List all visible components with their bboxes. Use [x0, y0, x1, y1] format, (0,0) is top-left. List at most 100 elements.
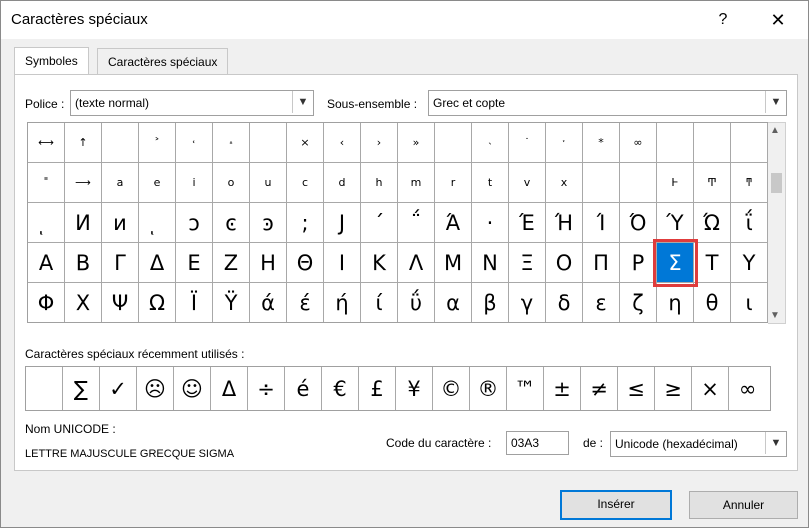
symbol-cell[interactable]: *: [583, 123, 620, 163]
symbol-cell[interactable]: [731, 123, 768, 163]
symbol-cell[interactable]: И: [65, 203, 102, 243]
symbol-cell[interactable]: [435, 123, 472, 163]
symbol-cell[interactable]: [583, 163, 620, 203]
symbol-cell[interactable]: e: [139, 163, 176, 203]
symbol-cell[interactable]: [250, 123, 287, 163]
symbol-cell[interactable]: ί: [361, 283, 398, 322]
encoding-dropdown[interactable]: Unicode (hexadécimal) ▼: [610, 431, 787, 457]
insert-button[interactable]: Insérer: [560, 490, 672, 520]
symbol-cell[interactable]: ͼ: [213, 203, 250, 243]
symbol-cell[interactable]: [694, 123, 731, 163]
symbol-cell[interactable]: Ͳ: [694, 163, 731, 203]
scroll-down-icon[interactable]: ▼: [770, 310, 780, 321]
symbol-cell[interactable]: ά: [250, 283, 287, 322]
symbol-cell[interactable]: Ώ: [694, 203, 731, 243]
symbol-cell[interactable]: Χ: [65, 283, 102, 322]
symbol-cell[interactable]: o: [213, 163, 250, 203]
symbol-cell[interactable]: Μ: [435, 243, 472, 283]
symbol-cell[interactable]: Ρ: [620, 243, 657, 283]
symbol-cell[interactable]: Λ: [398, 243, 435, 283]
symbol-cell[interactable]: Β: [65, 243, 102, 283]
symbol-cell[interactable]: ˭: [28, 163, 65, 203]
symbol-cell[interactable]: Ύ: [657, 203, 694, 243]
symbol-cell[interactable]: έ: [287, 283, 324, 322]
symbol-cell[interactable]: ΰ: [398, 283, 435, 322]
recent-char-cell[interactable]: ¥: [396, 367, 433, 410]
symbol-cell[interactable]: i: [176, 163, 213, 203]
symbol-cell[interactable]: [657, 123, 694, 163]
symbol-cell[interactable]: ͽ: [250, 203, 287, 243]
symbol-cell[interactable]: u: [250, 163, 287, 203]
tab-caracteres-speciaux[interactable]: Caractères spéciaux: [97, 48, 229, 75]
symbol-cell[interactable]: ˓: [176, 123, 213, 163]
symbol-cell[interactable]: a: [102, 163, 139, 203]
scroll-thumb[interactable]: [771, 173, 782, 193]
symbol-cell-selected[interactable]: Σ: [653, 239, 698, 287]
symbol-cell[interactable]: Α: [28, 243, 65, 283]
recent-char-cell[interactable]: ×: [692, 367, 729, 410]
symbol-cell[interactable]: Έ: [509, 203, 546, 243]
recent-char-cell[interactable]: Δ: [211, 367, 248, 410]
symbol-cell[interactable]: d: [324, 163, 361, 203]
symbol-cell[interactable]: ͅ: [28, 203, 65, 243]
symbol-cell[interactable]: ε: [583, 283, 620, 322]
symbol-cell[interactable]: Ε: [176, 243, 213, 283]
symbol-cell[interactable]: c: [287, 163, 324, 203]
symbol-cell[interactable]: ˙: [509, 123, 546, 163]
symbol-cell[interactable]: h: [361, 163, 398, 203]
recent-char-cell[interactable]: ±: [544, 367, 581, 410]
symbol-cell[interactable]: m: [398, 163, 435, 203]
symbol-cell[interactable]: ⟶: [65, 163, 102, 203]
symbol-cell[interactable]: ›: [361, 123, 398, 163]
chevron-down-icon[interactable]: ▼: [765, 432, 786, 454]
symbol-cell[interactable]: Φ: [28, 283, 65, 322]
symbol-cell[interactable]: ˃: [139, 123, 176, 163]
chevron-down-icon[interactable]: ▼: [292, 91, 313, 113]
symbol-cell[interactable]: Ί: [583, 203, 620, 243]
cancel-button[interactable]: Annuler: [689, 491, 798, 519]
symbol-cell[interactable]: Ο: [546, 243, 583, 283]
symbol-cell[interactable]: η: [657, 283, 694, 322]
symbol-cell[interactable]: »: [398, 123, 435, 163]
symbol-cell[interactable]: δ: [546, 283, 583, 322]
symbol-cell[interactable]: ˑ: [546, 123, 583, 163]
symbol-cell[interactable]: ∞: [620, 123, 657, 163]
symbol-cell[interactable]: Ϋ: [213, 283, 250, 322]
symbol-cell[interactable]: Ω: [139, 283, 176, 322]
symbol-cell[interactable]: Ά: [435, 203, 472, 243]
police-dropdown[interactable]: (texte normal) ▼: [70, 90, 314, 116]
recent-char-cell[interactable]: ™: [507, 367, 544, 410]
symbol-cell[interactable]: Η: [250, 243, 287, 283]
symbol-cell[interactable]: Δ: [139, 243, 176, 283]
symbol-cell[interactable]: ;: [287, 203, 324, 243]
symbol-cell[interactable]: ΄: [361, 203, 398, 243]
help-icon[interactable]: ?: [713, 9, 733, 31]
symbol-cell[interactable]: ͅ: [139, 203, 176, 243]
recent-char-cell[interactable]: ☹: [137, 367, 174, 410]
symbol-cell[interactable]: β: [472, 283, 509, 322]
close-icon[interactable]: ✕: [767, 9, 789, 31]
symbol-cell[interactable]: γ: [509, 283, 546, 322]
symbol-cell[interactable]: ↑: [65, 123, 102, 163]
symbol-cell[interactable]: ˔: [213, 123, 250, 163]
symbol-cell[interactable]: Ν: [472, 243, 509, 283]
symbol-cell[interactable]: Ψ: [102, 283, 139, 322]
symbol-cell[interactable]: ͻ: [176, 203, 213, 243]
symbol-cell[interactable]: Ζ: [213, 243, 250, 283]
recent-char-cell[interactable]: ≤: [618, 367, 655, 410]
symbol-cell[interactable]: ΅: [398, 203, 435, 243]
recent-char-cell[interactable]: ☺: [174, 367, 211, 410]
recent-char-cell[interactable]: £: [359, 367, 396, 410]
symbol-cell[interactable]: Ι: [324, 243, 361, 283]
symbol-cell[interactable]: Ϳ: [324, 203, 361, 243]
recent-char-cell[interactable]: ≥: [655, 367, 692, 410]
symbol-grid-scrollbar[interactable]: ▲ ▼: [768, 122, 786, 324]
recent-characters[interactable]: ∑ ✓ ☹ ☺ Δ ÷ é € £ ¥ © ® ™ ± ≠ ≤ ≥ × ∞: [25, 366, 771, 411]
symbol-cell[interactable]: ‹: [324, 123, 361, 163]
symbol-cell[interactable]: ΐ: [731, 203, 768, 243]
symbol-cell[interactable]: t: [472, 163, 509, 203]
symbol-cell[interactable]: Τ: [694, 243, 731, 283]
symbol-cell[interactable]: Θ: [287, 243, 324, 283]
symbol-cell[interactable]: Ή: [546, 203, 583, 243]
symbol-grid[interactable]: ⟷↑˃˓˔×‹›»˴˙ˑ*∞˭⟶aeioucdhmrtvxͰͲͳͅИиͅͻͼͽ;…: [27, 122, 770, 323]
